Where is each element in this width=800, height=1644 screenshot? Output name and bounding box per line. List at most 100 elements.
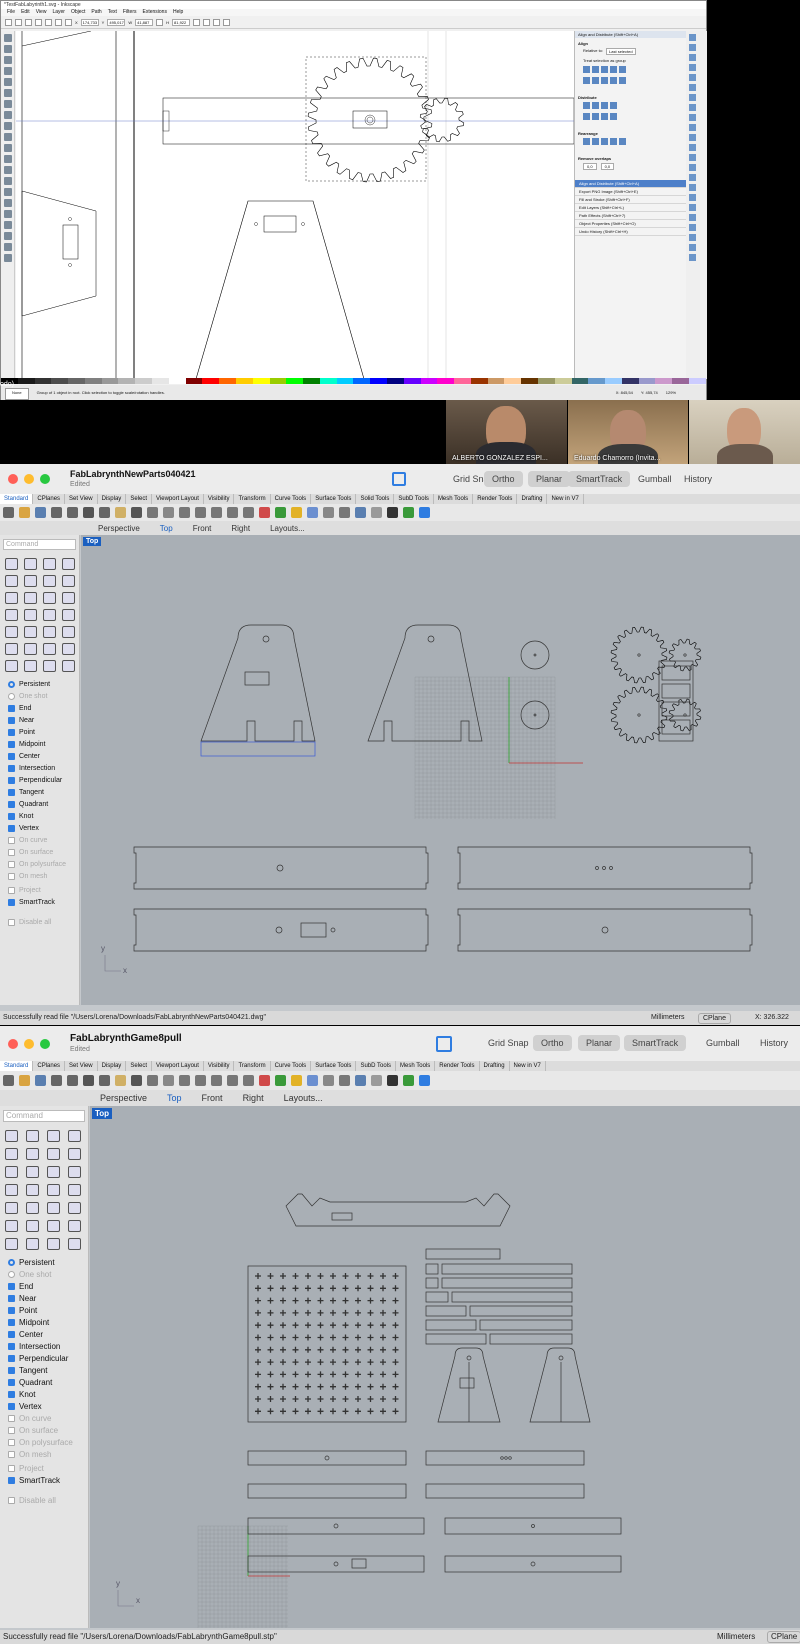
zoom-tool-icon[interactable] bbox=[4, 67, 12, 75]
lights-icon[interactable] bbox=[291, 507, 302, 518]
osnap-midpoint[interactable]: Midpoint bbox=[8, 1316, 88, 1328]
palette-swatch[interactable] bbox=[605, 378, 622, 384]
open-icon[interactable] bbox=[689, 44, 696, 51]
palette-swatch[interactable] bbox=[437, 378, 455, 384]
checkbox-icon[interactable] bbox=[8, 1476, 15, 1484]
checkbox-icon[interactable] bbox=[8, 1426, 15, 1434]
tab-select[interactable]: Select bbox=[126, 1061, 152, 1071]
osnap-center[interactable]: Center bbox=[8, 750, 79, 762]
radio-icon[interactable] bbox=[8, 692, 15, 700]
palette-swatch[interactable] bbox=[336, 378, 354, 384]
polygon-tool-icon[interactable] bbox=[5, 1166, 18, 1178]
open-icon[interactable] bbox=[19, 507, 30, 518]
offset-tool-icon[interactable] bbox=[68, 1166, 81, 1178]
viewtab-front[interactable]: Front bbox=[183, 524, 222, 533]
viewport-label[interactable]: Top bbox=[92, 1108, 113, 1119]
distribute-vgaps-icon[interactable] bbox=[610, 113, 617, 120]
checkbox-icon[interactable] bbox=[8, 1390, 15, 1398]
align-right-edge-icon[interactable] bbox=[619, 66, 626, 73]
shade-icon[interactable] bbox=[259, 507, 270, 518]
palette-swatch[interactable] bbox=[68, 378, 85, 384]
osnap-quadrant[interactable]: Quadrant bbox=[8, 798, 79, 810]
palette-swatch[interactable] bbox=[319, 378, 337, 384]
dialog-item[interactable]: Edit Layers (Shift+Ctrl+L) bbox=[575, 204, 686, 212]
toggle-history[interactable]: History bbox=[676, 471, 720, 487]
snap-icon[interactable] bbox=[371, 507, 382, 518]
rect-tool-icon[interactable] bbox=[4, 89, 12, 97]
command-input[interactable]: Command bbox=[3, 539, 76, 550]
zoom-dynamic-icon[interactable] bbox=[179, 507, 190, 518]
osnap-tangent[interactable]: Tangent bbox=[8, 786, 79, 798]
ellipse-tool-icon[interactable] bbox=[43, 575, 56, 587]
select-all-layers-icon[interactable] bbox=[15, 18, 22, 26]
radio-icon[interactable] bbox=[8, 680, 15, 688]
tab-standard[interactable]: Standard bbox=[0, 1061, 34, 1071]
checkbox-icon[interactable] bbox=[8, 918, 15, 926]
align-top-edge-icon[interactable] bbox=[610, 77, 617, 84]
paste-icon[interactable] bbox=[689, 134, 696, 141]
shade-icon[interactable] bbox=[259, 1075, 270, 1086]
viewtab-right[interactable]: Right bbox=[221, 524, 260, 533]
save-icon[interactable] bbox=[689, 54, 696, 61]
osnap-project[interactable]: Project bbox=[8, 884, 79, 896]
distribute-middle-icon[interactable] bbox=[592, 113, 599, 120]
zoom-all-icon[interactable] bbox=[243, 507, 254, 518]
palette-swatch[interactable] bbox=[538, 378, 555, 384]
osnap-smarttrack[interactable]: SmartTrack bbox=[8, 896, 79, 908]
split-tool-icon[interactable] bbox=[68, 1202, 81, 1214]
arc-tool-icon[interactable] bbox=[26, 1148, 39, 1160]
tab-set-view[interactable]: Set View bbox=[65, 494, 98, 504]
mesh-tool-icon[interactable] bbox=[4, 232, 12, 240]
split-tool-icon[interactable] bbox=[62, 626, 75, 638]
viewtab-perspective[interactable]: Perspective bbox=[90, 1093, 157, 1103]
tab-curve-tools[interactable]: Curve Tools bbox=[271, 1061, 312, 1071]
palette-swatch[interactable] bbox=[621, 378, 639, 384]
relative-to-select[interactable]: Last selected bbox=[606, 48, 636, 55]
zoom-button[interactable] bbox=[40, 1038, 50, 1049]
sidebar-toggle-icon[interactable] bbox=[436, 1036, 452, 1052]
gumball-icon[interactable] bbox=[387, 507, 398, 518]
palette-swatch[interactable] bbox=[84, 378, 102, 384]
align-left-icon[interactable] bbox=[583, 66, 590, 73]
checkbox-icon[interactable] bbox=[8, 836, 15, 844]
star-tool-icon[interactable] bbox=[4, 122, 12, 130]
flip-v-icon[interactable] bbox=[65, 18, 72, 26]
command-input[interactable]: Command bbox=[3, 1110, 85, 1122]
osnap-near[interactable]: Near bbox=[8, 714, 79, 726]
menu-layer[interactable]: Layer bbox=[52, 9, 65, 16]
zoom-drawing-icon[interactable] bbox=[689, 154, 696, 161]
offset-tool-icon[interactable] bbox=[62, 592, 75, 604]
ellipse-tool-icon[interactable] bbox=[4, 111, 12, 119]
cylinder-tool-icon[interactable] bbox=[24, 609, 37, 621]
box-tool-icon[interactable] bbox=[5, 1184, 18, 1196]
osnap-on-surface[interactable]: On surface bbox=[8, 1424, 88, 1436]
new-icon[interactable] bbox=[3, 507, 14, 518]
osnap-vertex[interactable]: Vertex bbox=[8, 822, 79, 834]
copy-icon[interactable] bbox=[689, 114, 696, 121]
checkbox-icon[interactable] bbox=[8, 824, 15, 832]
snap-icon[interactable] bbox=[371, 1075, 382, 1086]
palette-swatch[interactable] bbox=[370, 378, 387, 384]
checkbox-icon[interactable] bbox=[8, 788, 15, 796]
lock-icon[interactable] bbox=[156, 18, 164, 26]
dialog-item[interactable]: Export PNG Image (Shift+Ctrl+E) bbox=[575, 188, 686, 196]
distribute-gaps-icon[interactable] bbox=[610, 102, 617, 109]
palette-swatch[interactable] bbox=[420, 378, 438, 384]
menu-object[interactable]: Object bbox=[71, 9, 85, 16]
curve-tool-icon[interactable] bbox=[62, 558, 75, 570]
units-label[interactable]: Millimeters bbox=[651, 1011, 684, 1025]
import-icon[interactable] bbox=[689, 74, 696, 81]
group-icon[interactable] bbox=[689, 184, 696, 191]
distribute-right-icon[interactable] bbox=[601, 102, 608, 109]
tab-visibility[interactable]: Visibility bbox=[204, 1061, 235, 1071]
move-tool-icon[interactable] bbox=[5, 643, 18, 655]
viewtab-layouts[interactable]: Layouts... bbox=[260, 524, 315, 533]
pen-tool-icon[interactable] bbox=[4, 155, 12, 163]
zoom-button[interactable] bbox=[40, 474, 50, 484]
scale-stroke-icon[interactable] bbox=[193, 18, 201, 26]
tab-viewport-layout[interactable]: Viewport Layout bbox=[152, 1061, 204, 1071]
palette-swatch[interactable] bbox=[269, 378, 287, 384]
close-button[interactable] bbox=[8, 1038, 18, 1049]
pan-icon[interactable] bbox=[147, 507, 158, 518]
close-button[interactable] bbox=[8, 474, 18, 484]
